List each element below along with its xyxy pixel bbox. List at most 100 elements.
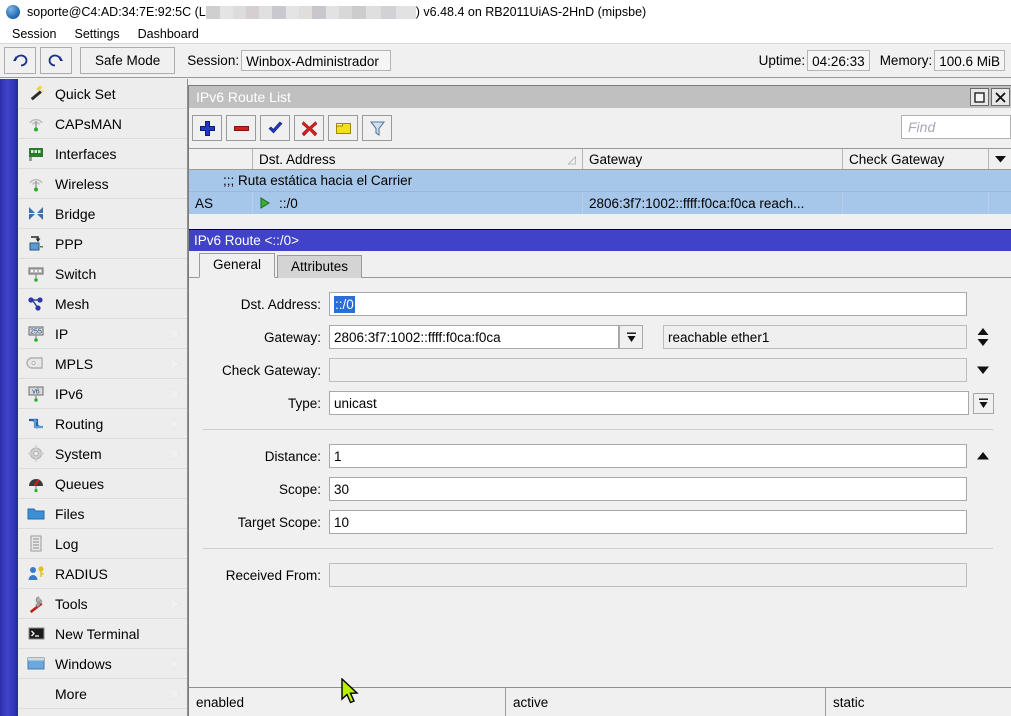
filter-button[interactable]	[362, 115, 392, 141]
dropdown-bar-arrow-icon	[977, 397, 990, 410]
column-header-gateway[interactable]: Gateway	[583, 149, 843, 169]
row-gateway: 2806:3f7:1002::ffff:f0ca:f0ca reach...	[583, 192, 843, 214]
ppp-icon	[26, 234, 46, 253]
tab-general[interactable]: General	[199, 253, 275, 278]
field-target-scope: Target Scope: 10	[189, 510, 993, 534]
sidebar-item-label: PPP	[55, 236, 83, 252]
chevron-right-icon	[172, 598, 180, 610]
dst-address-label: Dst. Address:	[189, 297, 329, 312]
safe-mode-button[interactable]: Safe Mode	[80, 47, 175, 74]
add-route-button[interactable]	[192, 115, 222, 141]
sidebar-item-radius[interactable]: RADIUS	[18, 559, 187, 589]
memory-value: 100.6 MiB	[934, 50, 1005, 71]
sidebar-item-queues[interactable]: Queues	[18, 469, 187, 499]
sidebar-item-label: IP	[55, 326, 68, 342]
sidebar-item-quick-set[interactable]: Quick Set	[18, 79, 187, 109]
row-check-gateway	[843, 192, 989, 214]
gateway-status: reachable ether1	[663, 325, 967, 349]
restore-window-button[interactable]	[970, 88, 989, 106]
received-from-label: Received From:	[189, 568, 329, 583]
sidebar-item-ip[interactable]: 255 IP	[18, 319, 187, 349]
sidebar-item-label: Tools	[55, 596, 88, 612]
type-input[interactable]: unicast	[329, 391, 969, 415]
x-cross-icon	[301, 120, 318, 137]
routing-arrows-icon	[26, 414, 46, 433]
route-dialog-status-bar: enabled active static	[189, 687, 1011, 716]
column-header-check-gateway[interactable]: Check Gateway	[843, 149, 989, 169]
sidebar-item-mesh[interactable]: Mesh	[18, 289, 187, 319]
field-distance: Distance: 1	[189, 444, 993, 468]
sidebar-item-label: Mesh	[55, 296, 89, 312]
sidebar-item-label: Quick Set	[55, 86, 116, 102]
sidebar-item-log[interactable]: Log	[18, 529, 187, 559]
sidebar-item-label: IPv6	[55, 386, 83, 402]
spinner-up-down-icon	[976, 327, 990, 347]
sidebar-item-bridge[interactable]: Bridge	[18, 199, 187, 229]
close-window-button[interactable]	[991, 88, 1010, 106]
find-input[interactable]: Find	[901, 115, 1011, 139]
distance-input[interactable]: 1	[329, 444, 967, 468]
menu-item-session[interactable]: Session	[3, 27, 65, 41]
restore-window-icon	[974, 92, 985, 103]
sidebar-item-routing[interactable]: Routing	[18, 409, 187, 439]
sidebar-item-mpls[interactable]: MPLS	[18, 349, 187, 379]
scope-label: Scope:	[189, 482, 329, 497]
window-title-bar: soporte@C4:AD:34:7E:92:5C (L ) v6.48.4 o…	[0, 0, 1011, 24]
form-divider	[203, 548, 993, 549]
ipv6-icon: v6	[26, 384, 46, 403]
column-header-dst-address[interactable]: Dst. Address ◿	[253, 149, 583, 169]
enable-route-button[interactable]	[260, 115, 290, 141]
target-scope-label: Target Scope:	[189, 515, 329, 530]
route-dialog-title: IPv6 Route <::/0>	[189, 230, 1011, 251]
disable-route-button[interactable]	[294, 115, 324, 141]
antenna-icon	[26, 114, 46, 133]
type-dropdown-button[interactable]	[973, 393, 993, 414]
column-header-flags[interactable]	[189, 149, 253, 169]
remove-route-button[interactable]	[226, 115, 256, 141]
table-row[interactable]: AS ::/0 2806:3f7:1002::ffff:f0ca:f0ca re…	[189, 192, 1011, 214]
target-scope-input[interactable]: 10	[329, 510, 967, 534]
gateway-spinner[interactable]	[973, 327, 993, 347]
redo-icon	[47, 53, 65, 69]
comment-button[interactable]	[328, 115, 358, 141]
sidebar-item-new-terminal[interactable]: New Terminal	[18, 619, 187, 649]
sidebar-item-more[interactable]: More	[18, 679, 187, 709]
sidebar-item-capsman[interactable]: CAPsMAN	[18, 109, 187, 139]
menu-item-settings[interactable]: Settings	[65, 27, 128, 41]
column-chooser-button[interactable]	[989, 149, 1011, 169]
dst-address-input[interactable]: ::/0	[329, 292, 967, 316]
route-list-toolbar: Find	[189, 108, 1011, 148]
menu-item-dashboard[interactable]: Dashboard	[129, 27, 208, 41]
sidebar-item-ppp[interactable]: PPP	[18, 229, 187, 259]
gateway-dropdown-button[interactable]	[619, 325, 643, 349]
check-gateway-dropdown[interactable]	[973, 365, 993, 375]
globe-icon	[6, 5, 20, 19]
sidebar-item-ipv6[interactable]: v6 IPv6	[18, 379, 187, 409]
window-icon	[26, 654, 46, 673]
sidebar-item-switch[interactable]: Switch	[18, 259, 187, 289]
dropdown-bar-arrow-icon	[625, 331, 638, 344]
sidebar-item-files[interactable]: Files	[18, 499, 187, 529]
redo-button[interactable]	[40, 47, 72, 74]
distance-stepper[interactable]	[973, 451, 993, 461]
route-dialog-tabs: General Attributes	[189, 251, 1011, 278]
field-check-gateway: Check Gateway:	[189, 358, 993, 382]
folder-icon	[26, 504, 46, 523]
tab-attributes[interactable]: Attributes	[277, 255, 362, 278]
sidebar-item-tools[interactable]: Tools	[18, 589, 187, 619]
sidebar-item-interfaces[interactable]: Interfaces	[18, 139, 187, 169]
gateway-label: Gateway:	[189, 330, 329, 345]
sidebar-brand-strip: RouterOS WinBox	[0, 79, 18, 716]
undo-button[interactable]	[4, 47, 36, 74]
gateway-input[interactable]: 2806:3f7:1002::ffff:f0ca:f0ca	[329, 325, 619, 349]
sidebar-item-system[interactable]: System	[18, 439, 187, 469]
sidebar-item-label: Queues	[55, 476, 104, 492]
check-gateway-input[interactable]	[329, 358, 967, 382]
wand-icon	[26, 84, 46, 103]
sidebar-item-wireless[interactable]: Wireless	[18, 169, 187, 199]
scope-input[interactable]: 30	[329, 477, 967, 501]
sidebar-item-windows[interactable]: Windows	[18, 649, 187, 679]
nic-card-icon	[26, 144, 46, 163]
svg-text:255: 255	[30, 329, 42, 336]
route-comment-row[interactable]: ;;; Ruta estática hacia el Carrier	[189, 170, 1011, 192]
